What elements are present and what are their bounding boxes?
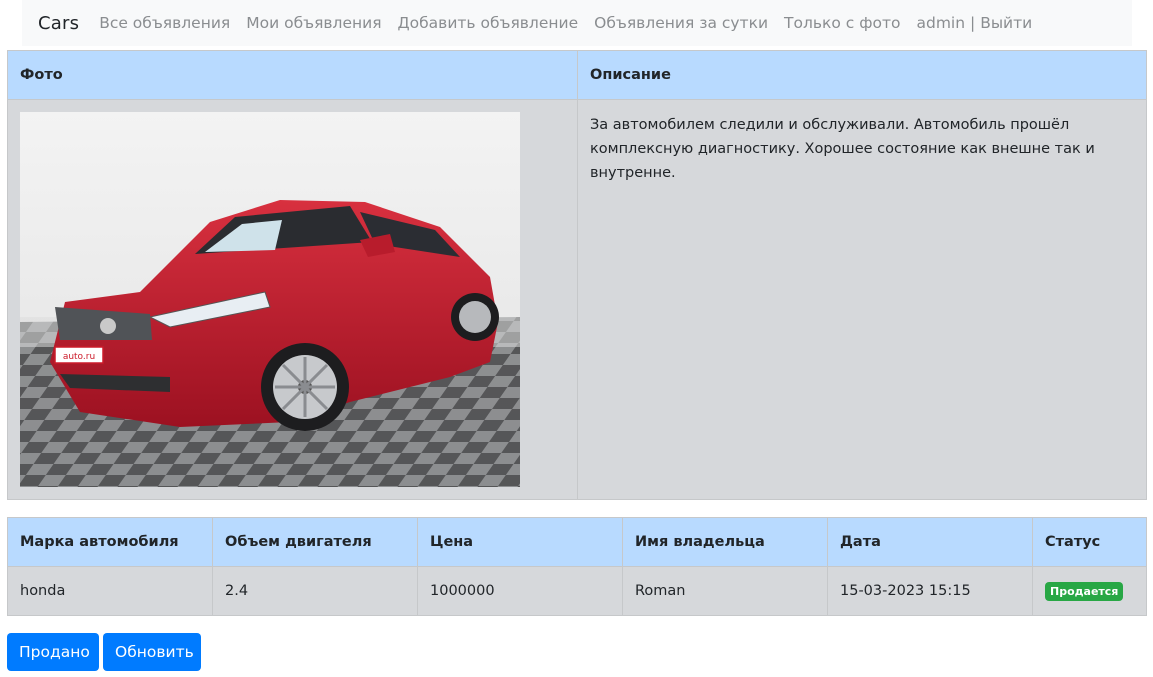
nav-with-photo[interactable]: Только с фото [784, 14, 900, 32]
nav-ads-day[interactable]: Объявления за сутки [594, 14, 768, 32]
header-engine: Объем двигателя [212, 517, 418, 567]
header-owner: Имя владельца [622, 517, 828, 567]
cell-price: 1000000 [417, 566, 623, 616]
header-date: Дата [827, 517, 1033, 567]
sold-button[interactable]: Продано [7, 633, 99, 671]
description-header: Описание [577, 50, 1147, 100]
header-status: Статус [1032, 517, 1147, 567]
nav-all-ads[interactable]: Все объявления [99, 14, 230, 32]
cell-engine: 2.4 [212, 566, 418, 616]
refresh-button[interactable]: Обновить [103, 633, 201, 671]
photo-header: Фото [7, 50, 578, 100]
cell-status: Продается [1032, 566, 1147, 616]
details-table: Фото Описание auto.ru За автомобилем сле… [7, 50, 1147, 500]
cell-owner: Roman [622, 566, 828, 616]
header-price: Цена [417, 517, 623, 567]
description-cell: За автомобилем следили и обслуживали. Ав… [577, 99, 1147, 500]
header-brand: Марка автомобиля [7, 517, 213, 567]
car-photo: auto.ru [20, 112, 520, 487]
separator: | [970, 14, 976, 32]
navbar: Cars Все объявления Мои объявления Добав… [22, 0, 1132, 46]
cell-date: 15-03-2023 15:15 [827, 566, 1033, 616]
plate-logo: auto.ru [63, 352, 95, 362]
cell-brand: honda [7, 566, 213, 616]
specs-header-row: Марка автомобиля Объем двигателя Цена Им… [7, 517, 1147, 567]
table-row: honda 2.4 1000000 Roman 15-03-2023 15:15… [7, 566, 1147, 616]
photo-cell: auto.ru [7, 99, 578, 500]
specs-table: Марка автомобиля Объем двигателя Цена Им… [7, 517, 1147, 616]
username: admin [916, 14, 966, 32]
status-badge: Продается [1045, 581, 1124, 601]
nav-my-ads[interactable]: Мои объявления [246, 14, 381, 32]
logout-link[interactable]: Выйти [980, 14, 1032, 32]
brand-link[interactable]: Cars [38, 13, 79, 34]
nav-add-ad[interactable]: Добавить объявление [398, 14, 579, 32]
user-logout[interactable]: admin | Выйти [917, 14, 1033, 32]
